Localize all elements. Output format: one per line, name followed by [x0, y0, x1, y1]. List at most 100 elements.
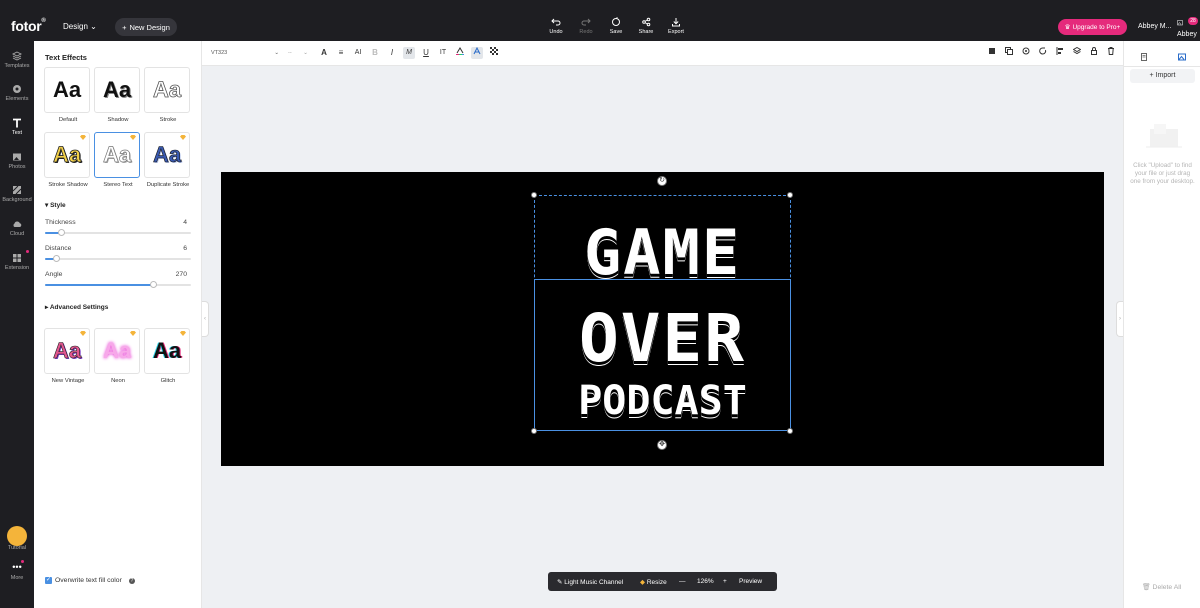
effect-tile[interactable]: Aa	[94, 67, 140, 113]
import-button[interactable]: + Import	[1130, 69, 1195, 83]
highlight-color-icon[interactable]	[454, 47, 466, 59]
text-effects-icon[interactable]	[471, 46, 483, 59]
rail-item-extension[interactable]: Extension	[0, 253, 34, 271]
slider-track[interactable]	[45, 281, 191, 288]
angle-slider[interactable]: Angle 270	[45, 271, 191, 288]
move-handle-icon[interactable]: ✥	[657, 440, 667, 450]
effect-default[interactable]: Aa Default	[44, 67, 92, 124]
username[interactable]: Abbey M...	[1138, 23, 1171, 30]
font-color-icon[interactable]: A	[318, 47, 330, 59]
effect-tile[interactable]: Aa	[94, 328, 140, 374]
save-button[interactable]: Save	[601, 17, 631, 35]
preview-button[interactable]: Preview	[739, 578, 762, 585]
expand-right-panel-icon[interactable]: ›	[1116, 301, 1123, 337]
rail-item-cloud[interactable]: Cloud	[0, 219, 34, 237]
pages-tab-icon[interactable]	[1140, 48, 1152, 61]
effect-stroke[interactable]: Aa Stroke	[144, 67, 192, 124]
font-size-select[interactable]: -- ⌄	[288, 50, 308, 56]
zoom-level[interactable]: 126%	[697, 578, 714, 585]
export-button[interactable]: Export	[661, 17, 691, 35]
font-select[interactable]: VT323 ⌄	[211, 50, 279, 56]
collapse-left-panel-icon[interactable]: ‹	[202, 301, 209, 337]
style-copy-icon[interactable]	[986, 47, 998, 59]
italic-icon[interactable]: I	[386, 47, 398, 59]
distance-slider[interactable]: Distance 6	[45, 245, 191, 262]
delete-icon[interactable]	[1105, 47, 1117, 59]
effect-new-vintage[interactable]: Aa New Vintage	[44, 328, 92, 385]
templates-icon	[0, 51, 34, 63]
effect-tile[interactable]: Aa	[44, 132, 90, 178]
slider-handle[interactable]	[53, 255, 61, 262]
redo-button[interactable]: Redo	[571, 17, 601, 35]
rotate-handle-icon[interactable]: ↻	[657, 176, 667, 186]
effect-shadow[interactable]: Aa Shadow	[94, 67, 142, 124]
rail-item-photos[interactable]: Photos	[0, 152, 34, 170]
duplicate-icon[interactable]	[1003, 47, 1015, 59]
zoom-in-button[interactable]: +	[723, 578, 727, 585]
bold-icon[interactable]: B	[369, 47, 381, 59]
transparency-icon[interactable]	[488, 47, 500, 59]
resize-button[interactable]: ◆ Resize	[640, 578, 667, 586]
spacing-icon[interactable]: IT	[437, 47, 449, 59]
underline-icon[interactable]: U	[420, 47, 432, 59]
upgrade-button[interactable]: ♛ Upgrade to Pro+	[1058, 19, 1127, 35]
tutorial-icon[interactable]	[7, 526, 27, 546]
effect-tile[interactable]: Aa	[144, 67, 190, 113]
zoom-out-button[interactable]: —	[679, 578, 686, 585]
checkbox-icon[interactable]: ✓	[45, 577, 52, 584]
rail-item-tutorial[interactable]: Tutorial	[0, 545, 34, 551]
resize-handle-top-right[interactable]	[787, 192, 793, 198]
selected-text-box[interactable]	[534, 279, 791, 431]
help-icon[interactable]: ?	[128, 577, 135, 584]
effect-tile[interactable]: Aa	[44, 67, 90, 113]
effect-tile[interactable]: Aa	[144, 328, 190, 374]
page-name[interactable]: ✎ Light Music Channel	[557, 578, 623, 586]
delete-all-button[interactable]: 🗑 Delete All	[1142, 583, 1181, 591]
pro-badge-icon	[180, 135, 186, 140]
rotate-icon[interactable]	[1037, 47, 1049, 59]
align-objects-icon[interactable]	[1054, 47, 1066, 59]
notification-badge[interactable]: 28	[1188, 17, 1198, 25]
layers-icon[interactable]	[1071, 46, 1083, 59]
thickness-slider[interactable]: Thickness 4	[45, 219, 191, 236]
rail-item-templates[interactable]: Templates	[0, 51, 34, 69]
text-case-icon[interactable]: AI	[352, 47, 364, 59]
rail-item-background[interactable]: Background	[0, 185, 34, 203]
slider-track[interactable]	[45, 229, 191, 236]
resize-handle-bottom-left[interactable]	[531, 428, 537, 434]
design-menu[interactable]: Design ⌄	[63, 22, 97, 31]
effect-stroke-shadow[interactable]: Aa Stroke Shadow	[44, 132, 92, 189]
lock-icon[interactable]	[1088, 47, 1100, 59]
pencil-icon: ✎	[557, 579, 563, 586]
advanced-settings-toggle[interactable]: ▸ Advanced Settings	[45, 303, 108, 311]
rail-item-more[interactable]: ••• More	[0, 563, 34, 582]
uploads-tab-icon[interactable]	[1178, 48, 1190, 61]
fotor-logo[interactable]: fotor®	[11, 18, 46, 34]
effect-tile[interactable]: Aa	[44, 328, 90, 374]
app-header: fotor® Design ⌄ + New Design Undo Redo Sa…	[0, 13, 1200, 41]
share-button[interactable]: Share	[631, 17, 661, 35]
effect-neon[interactable]: Aa Neon	[94, 328, 142, 385]
rail-item-elements[interactable]: Elements	[0, 84, 34, 102]
overwrite-fill-checkbox[interactable]: ✓ Overwrite text fill color ?	[45, 577, 135, 584]
undo-button[interactable]: Undo	[541, 17, 571, 35]
elements-icon	[0, 84, 34, 96]
effect-duplicate-stroke[interactable]: Aa Duplicate Stroke	[144, 132, 192, 189]
slider-handle[interactable]	[149, 281, 157, 288]
resize-handle-top-left[interactable]	[531, 192, 537, 198]
effect-glitch[interactable]: Aa Glitch	[144, 328, 192, 385]
effect-tile-selected[interactable]: Aa	[94, 132, 140, 178]
effect-stereo-text[interactable]: Aa Stereo Text	[94, 132, 142, 189]
slider-handle[interactable]	[57, 229, 65, 236]
effect-tile[interactable]: Aa	[144, 132, 190, 178]
align-icon[interactable]: ≡	[335, 47, 347, 59]
resize-handle-bottom-right[interactable]	[787, 428, 793, 434]
animation-icon[interactable]	[1020, 47, 1032, 59]
new-design-button[interactable]: + New Design	[115, 18, 177, 36]
style-section-toggle[interactable]: ▾ Style	[45, 201, 66, 209]
rail-item-text[interactable]: Text	[0, 118, 34, 136]
text-style-icon[interactable]: M	[403, 47, 415, 59]
avatar-name: Abbey	[1177, 31, 1197, 38]
slider-track[interactable]	[45, 255, 191, 262]
plus-icon: +	[1149, 72, 1154, 79]
